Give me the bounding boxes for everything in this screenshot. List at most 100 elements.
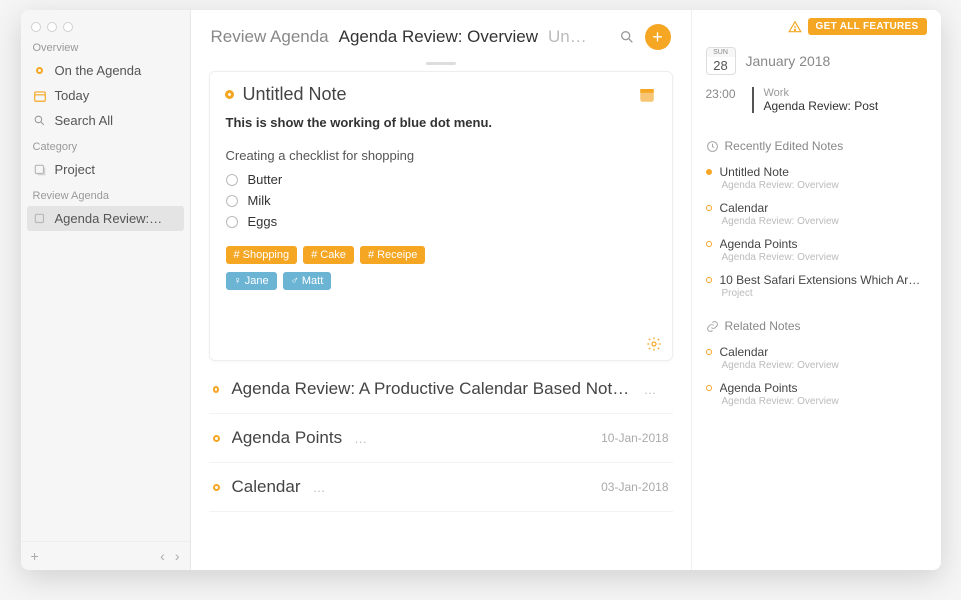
checklist-item[interactable]: Milk bbox=[226, 190, 656, 211]
note-list: Agenda Review: A Productive Calendar Bas… bbox=[209, 365, 673, 512]
stack-icon bbox=[33, 212, 47, 226]
event-title: Agenda Review: Post bbox=[764, 99, 879, 113]
checklist-item[interactable]: Butter bbox=[226, 169, 656, 190]
sidebar-section-review-agenda: Review Agenda bbox=[21, 182, 190, 206]
sidebar-section-overview: Overview bbox=[21, 34, 190, 58]
sidebar-item-project[interactable]: Project bbox=[21, 157, 190, 182]
sidebar-item-today[interactable]: Today bbox=[21, 83, 190, 108]
sidebar-footer: + ‹ › bbox=[21, 541, 190, 570]
sidebar: Overview On the Agenda Today Search All … bbox=[21, 10, 191, 570]
agenda-dot-icon[interactable] bbox=[226, 91, 233, 98]
sidebar-item-label: Project bbox=[55, 162, 95, 177]
note-list-title: Calendar bbox=[232, 477, 301, 497]
note-body[interactable]: This is show the working of blue dot men… bbox=[226, 105, 656, 290]
checklist-item[interactable]: Eggs bbox=[226, 211, 656, 232]
checkbox-icon[interactable] bbox=[226, 216, 238, 228]
note-list-date: 10-Jan-2018 bbox=[601, 431, 668, 445]
note-list-title: Agenda Review: A Productive Calendar Bas… bbox=[231, 379, 631, 399]
app-window: Overview On the Agenda Today Search All … bbox=[21, 10, 941, 570]
agenda-dot-icon bbox=[213, 484, 220, 491]
note-list-title: Agenda Points bbox=[232, 428, 343, 448]
header: Review Agenda Agenda Review: Overview Un… bbox=[191, 10, 691, 62]
sidebar-item-label: Agenda Review:… bbox=[55, 211, 163, 226]
note-list-item[interactable]: Calendar … 03-Jan-2018 bbox=[209, 463, 673, 512]
recent-section-header: Recently Edited Notes bbox=[706, 139, 927, 153]
related-section-header: Related Notes bbox=[706, 319, 927, 333]
gear-icon[interactable] bbox=[646, 336, 662, 352]
note-list-item[interactable]: Agenda Points … 10-Jan-2018 bbox=[209, 414, 673, 463]
agenda-dot-icon bbox=[706, 277, 712, 283]
person-jane[interactable]: ♀Jane bbox=[226, 272, 277, 290]
search-icon bbox=[33, 114, 47, 128]
note-list-item[interactable]: Agenda Review: A Productive Calendar Bas… bbox=[209, 365, 673, 414]
checklist-title: Creating a checklist for shopping bbox=[226, 148, 656, 163]
ellipsis-icon: … bbox=[313, 480, 326, 495]
checklist-item-label: Eggs bbox=[248, 214, 278, 229]
agenda-dot-icon bbox=[706, 385, 712, 391]
page-subtitle: Untitl… bbox=[548, 27, 588, 47]
sidebar-item-agenda-review[interactable]: Agenda Review:… bbox=[27, 206, 184, 231]
recent-note-item[interactable]: Calendar Agenda Review: Overview bbox=[706, 197, 927, 233]
link-icon bbox=[706, 320, 719, 333]
tag-cake[interactable]: #Cake bbox=[303, 246, 354, 264]
add-note-button[interactable]: + bbox=[645, 24, 671, 50]
note-body-line: This is show the working of blue dot men… bbox=[226, 115, 656, 130]
sidebar-section-category: Category bbox=[21, 133, 190, 157]
checkbox-icon[interactable] bbox=[226, 174, 238, 186]
stack-icon bbox=[33, 163, 47, 177]
minimize-window[interactable] bbox=[47, 22, 57, 32]
sidebar-item-label: Search All bbox=[55, 113, 114, 128]
sidebar-item-search-all[interactable]: Search All bbox=[21, 108, 190, 133]
tag-row: #Shopping #Cake #Receipe bbox=[226, 246, 656, 264]
agenda-dot-icon bbox=[706, 205, 712, 211]
note-list-date: 03-Jan-2018 bbox=[601, 480, 668, 494]
recent-note-item[interactable]: Agenda Points Agenda Review: Overview bbox=[706, 233, 927, 269]
recent-note-item[interactable]: 10 Best Safari Extensions Which Are Actu… bbox=[706, 269, 927, 305]
warning-icon[interactable] bbox=[788, 20, 802, 34]
agenda-dot-icon bbox=[706, 241, 712, 247]
calendar-event[interactable]: 23:00 Work Agenda Review: Post bbox=[706, 87, 927, 113]
event-bar bbox=[752, 87, 754, 113]
ellipsis-icon: … bbox=[644, 382, 657, 397]
sidebar-item-label: On the Agenda bbox=[55, 63, 142, 78]
search-button[interactable] bbox=[619, 29, 635, 45]
month-label: January 2018 bbox=[746, 53, 831, 69]
maximize-window[interactable] bbox=[63, 22, 73, 32]
tag-shopping[interactable]: #Shopping bbox=[226, 246, 298, 264]
drag-handle[interactable] bbox=[426, 62, 456, 65]
tag-receipe[interactable]: #Receipe bbox=[360, 246, 425, 264]
sidebar-item-on-the-agenda[interactable]: On the Agenda bbox=[21, 58, 190, 83]
get-all-features-button[interactable]: GET ALL FEATURES bbox=[808, 18, 927, 35]
agenda-dot-icon bbox=[213, 435, 220, 442]
breadcrumb[interactable]: Review Agenda bbox=[211, 27, 329, 47]
nav-back-button[interactable]: ‹ bbox=[160, 548, 165, 564]
close-window[interactable] bbox=[31, 22, 41, 32]
note-title[interactable]: Untitled Note bbox=[243, 84, 347, 105]
calendar-badge-icon: SUN 28 bbox=[706, 47, 736, 75]
agenda-dot-icon bbox=[706, 349, 712, 355]
checkbox-icon[interactable] bbox=[226, 195, 238, 207]
window-controls bbox=[21, 16, 190, 34]
clock-icon bbox=[706, 140, 719, 153]
person-matt[interactable]: ♂Matt bbox=[283, 272, 332, 290]
page-title: Agenda Review: Overview bbox=[339, 27, 538, 47]
checklist-item-label: Milk bbox=[248, 193, 271, 208]
content-area: Untitled Note This is show the working o… bbox=[191, 62, 691, 570]
checklist: Creating a checklist for shopping Butter… bbox=[226, 148, 656, 232]
people-row: ♀Jane ♂Matt bbox=[226, 272, 656, 290]
calendar-icon[interactable] bbox=[638, 86, 656, 104]
add-project-button[interactable]: + bbox=[31, 548, 39, 564]
event-category: Work bbox=[764, 87, 879, 99]
main-panel: Review Agenda Agenda Review: Overview Un… bbox=[191, 10, 691, 570]
note-card[interactable]: Untitled Note This is show the working o… bbox=[209, 71, 673, 361]
recent-note-item[interactable]: Untitled Note Agenda Review: Overview bbox=[706, 161, 927, 197]
checklist-item-label: Butter bbox=[248, 172, 283, 187]
agenda-dot-icon bbox=[33, 64, 47, 78]
calendar-icon bbox=[33, 89, 47, 103]
nav-forward-button[interactable]: › bbox=[175, 548, 180, 564]
event-time: 23:00 bbox=[706, 87, 742, 113]
related-note-item[interactable]: Calendar Agenda Review: Overview bbox=[706, 341, 927, 377]
calendar-header[interactable]: SUN 28 January 2018 bbox=[706, 47, 927, 75]
related-note-item[interactable]: Agenda Points Agenda Review: Overview bbox=[706, 377, 927, 413]
sidebar-item-label: Today bbox=[55, 88, 90, 103]
